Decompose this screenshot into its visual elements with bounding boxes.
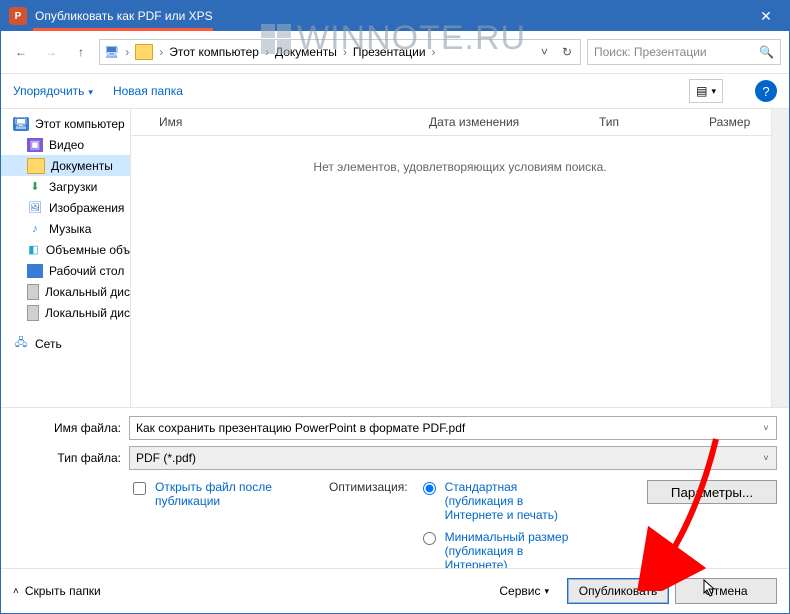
help-button[interactable]: ?	[755, 80, 777, 102]
filetype-select[interactable]: PDF (*.pdf) ˅	[129, 446, 777, 470]
chevron-down-icon[interactable]: ˅	[758, 419, 774, 437]
tree-videos[interactable]: ▣Видео	[1, 134, 130, 155]
col-name[interactable]: Имя	[159, 115, 429, 129]
optimization-label: Оптимизация:	[329, 480, 408, 572]
disk-icon	[27, 284, 39, 300]
col-type[interactable]: Тип	[599, 115, 709, 129]
filetype-label: Тип файла:	[13, 451, 129, 465]
network-icon: 🖧	[13, 337, 29, 351]
search-icon: 🔍	[759, 45, 774, 59]
nav-tree: 🖥Этот компьютер ▣Видео Документы ⬇Загруз…	[1, 109, 131, 407]
view-icon: ▤	[696, 84, 707, 98]
tools-menu[interactable]: Сервис▾	[499, 584, 549, 598]
refresh-icon[interactable]: ↻	[558, 45, 576, 59]
col-date[interactable]: Дата изменения	[429, 115, 599, 129]
title-underline	[33, 28, 213, 31]
tree-desktop[interactable]: Рабочий стол	[1, 260, 130, 281]
tree-pictures[interactable]: 🖼Изображения	[1, 197, 130, 218]
filename-label: Имя файла:	[13, 421, 129, 435]
footer: ˄ Скрыть папки Сервис▾ Опубликовать Отме…	[1, 568, 789, 613]
window-title: Опубликовать как PDF или XPS	[35, 9, 213, 23]
scrollbar[interactable]	[771, 109, 789, 407]
download-icon: ⬇	[27, 180, 43, 194]
app-icon: P	[9, 7, 27, 25]
folder-icon	[27, 158, 45, 174]
search-input[interactable]: Поиск: Презентации 🔍	[587, 39, 781, 65]
music-icon: ♪	[27, 222, 43, 236]
search-placeholder: Поиск: Презентации	[594, 45, 707, 59]
titlebar: P Опубликовать как PDF или XPS ✕	[1, 1, 789, 31]
pc-icon: 🖥	[104, 45, 119, 59]
organize-menu[interactable]: Упорядочить	[13, 84, 93, 98]
chevron-up-icon: ˄	[13, 586, 19, 597]
tree-network[interactable]: 🖧Сеть	[1, 333, 130, 354]
forward-button[interactable]: →	[39, 40, 63, 64]
hide-folders-toggle[interactable]: ˄ Скрыть папки	[13, 584, 101, 598]
tree-documents[interactable]: Документы	[1, 155, 130, 176]
view-mode-button[interactable]: ▤▾	[689, 79, 723, 103]
crumb-item[interactable]: Документы	[275, 45, 337, 59]
nav-row: ← → ↑ 🖥 › › Этот компьютер › Документы ›…	[1, 31, 789, 73]
filename-input[interactable]: Как сохранить презентацию PowerPoint в ф…	[129, 416, 777, 440]
video-icon: ▣	[27, 138, 43, 152]
empty-text: Нет элементов, удовлетворяющих условиям …	[131, 160, 789, 174]
desktop-icon	[27, 264, 43, 278]
radio-minimum[interactable]: Минимальный размер (публикация в Интерне…	[418, 530, 578, 572]
radio-standard[interactable]: Стандартная (публикация в Интернете и пе…	[418, 480, 578, 522]
file-list: Имя Дата изменения Тип Размер Нет элемен…	[131, 109, 789, 407]
pc-icon: 🖥	[13, 117, 29, 131]
tree-3d[interactable]: ◧Объемные объ	[1, 239, 130, 260]
list-header: Имя Дата изменения Тип Размер	[131, 109, 789, 136]
up-button[interactable]: ↑	[69, 40, 93, 64]
folder-icon	[135, 44, 153, 60]
tree-disk-d[interactable]: Локальный дис	[1, 302, 130, 323]
tree-disk-c[interactable]: Локальный дис	[1, 281, 130, 302]
open-after-checkbox[interactable]: Открыть файл после публикации	[129, 480, 299, 572]
bottom-panel: Имя файла: Как сохранить презентацию Pow…	[1, 407, 789, 572]
address-dropdown-icon[interactable]: ˅	[535, 45, 554, 59]
breadcrumb[interactable]: 🖥 › › Этот компьютер › Документы › Презе…	[99, 39, 581, 65]
cancel-button[interactable]: Отмена	[675, 578, 777, 604]
options-button[interactable]: Параметры...	[647, 480, 777, 504]
tree-music[interactable]: ♪Музыка	[1, 218, 130, 239]
tree-this-pc[interactable]: 🖥Этот компьютер	[1, 113, 130, 134]
tree-downloads[interactable]: ⬇Загрузки	[1, 176, 130, 197]
disk-icon	[27, 305, 39, 321]
publish-button[interactable]: Опубликовать	[567, 578, 669, 604]
new-folder-button[interactable]: Новая папка	[113, 84, 183, 98]
picture-icon: 🖼	[27, 201, 43, 215]
crumb-item[interactable]: Презентации	[353, 45, 426, 59]
crumb-item[interactable]: Этот компьютер	[169, 45, 259, 59]
toolbar: Упорядочить Новая папка ▤▾ ?	[1, 73, 789, 109]
cube-icon: ◧	[27, 243, 40, 257]
back-button[interactable]: ←	[9, 40, 33, 64]
chevron-down-icon[interactable]: ˅	[758, 449, 774, 467]
close-button[interactable]: ✕	[743, 1, 789, 31]
